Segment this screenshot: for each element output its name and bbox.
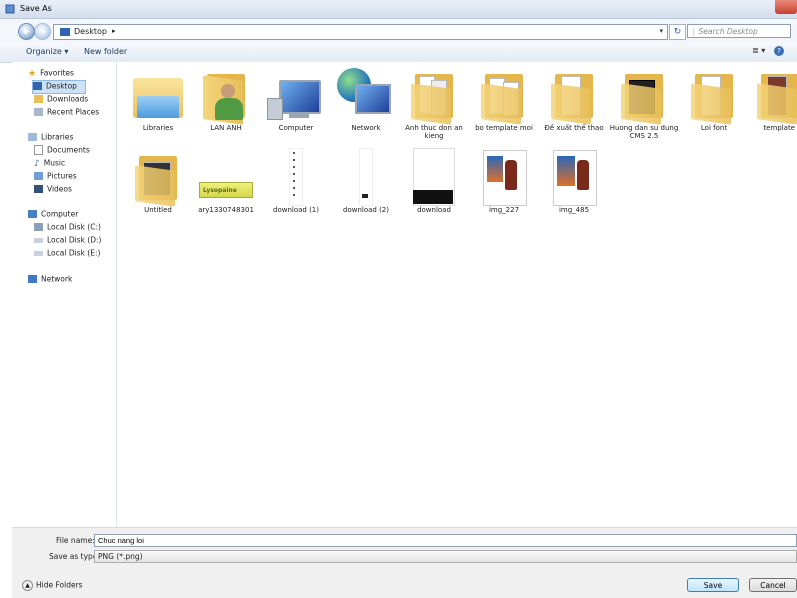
file-item-download-2[interactable]: download (2) xyxy=(331,146,401,214)
file-name-input[interactable] xyxy=(94,534,797,547)
drive-icon xyxy=(34,250,43,256)
file-item-download[interactable]: download xyxy=(399,146,469,214)
libraries-icon xyxy=(28,133,37,141)
nav-libraries[interactable]: Libraries xyxy=(28,132,73,144)
image-thumbnail-icon xyxy=(331,146,401,206)
file-item-anh-thuc-don[interactable]: Anh thuc don an kieng xyxy=(399,64,469,140)
folder-icon xyxy=(123,146,193,207)
desktop-folder-icon xyxy=(60,28,70,36)
views-button[interactable]: ≣ ▾ xyxy=(752,46,765,55)
image-thumbnail-icon xyxy=(539,146,609,206)
nav-network[interactable]: Network xyxy=(28,274,72,286)
file-item-de-xuat-the-thao[interactable]: Đề xuất thể thao xyxy=(539,64,609,132)
file-item-bo-template-moi[interactable]: bo template moi xyxy=(469,64,539,132)
drive-icon xyxy=(34,223,43,231)
music-icon: ♪ xyxy=(34,159,40,169)
computer-icon xyxy=(261,64,331,124)
libraries-icon xyxy=(123,64,193,124)
nav-music[interactable]: ♪ Music xyxy=(34,158,65,170)
pictures-icon xyxy=(34,172,43,180)
file-name-label: File name: xyxy=(56,536,95,545)
folder-icon xyxy=(745,64,797,125)
hide-folders-label: Hide Folders xyxy=(36,580,83,590)
organize-button[interactable]: Organize ▾ xyxy=(26,47,68,56)
file-item-img-485[interactable]: img_485 xyxy=(539,146,609,214)
file-item-huong-dan-cms[interactable]: Huong dan su dung CMS 2.5 xyxy=(609,64,679,140)
back-arrow-icon xyxy=(22,28,29,35)
nav-videos[interactable]: Videos xyxy=(34,184,72,196)
file-item-libraries[interactable]: Libraries xyxy=(123,64,193,132)
hide-folders-button[interactable]: ▲ Hide Folders xyxy=(22,580,83,591)
file-item-loi-font[interactable]: Loi font xyxy=(679,64,749,132)
search-input[interactable]: | Search Desktop xyxy=(687,24,791,38)
save-type-select[interactable]: PNG (*.png) xyxy=(94,550,797,563)
downloads-folder-icon xyxy=(34,95,43,103)
save-form-panel: File name: Save as type: PNG (*.png) ▲Hi… xyxy=(12,527,797,598)
toolbar: Organize ▾ New folder ≣ ▾ ? xyxy=(0,43,797,63)
cancel-button[interactable]: Cancel xyxy=(749,578,797,592)
image-thumbnail-icon: Lysopaine xyxy=(191,146,261,206)
documents-icon xyxy=(34,145,43,155)
refresh-button[interactable]: ↻ xyxy=(669,24,686,40)
chevron-up-icon: ▲ xyxy=(22,580,33,591)
user-folder-icon xyxy=(191,64,261,125)
nav-documents[interactable]: Documents xyxy=(34,145,90,157)
recent-places-icon xyxy=(34,108,43,116)
breadcrumb-arrow-icon[interactable]: ▸ xyxy=(112,27,116,35)
window-title: Save As xyxy=(20,4,52,13)
folder-icon xyxy=(679,64,749,125)
desktop-icon xyxy=(33,82,42,90)
back-button[interactable] xyxy=(18,23,35,40)
search-placeholder: Search Desktop xyxy=(698,27,758,36)
folder-icon xyxy=(399,64,469,125)
computer-icon xyxy=(28,210,37,218)
folder-icon xyxy=(609,64,679,125)
file-item-download-1[interactable]: download (1) xyxy=(261,146,331,214)
forward-button[interactable] xyxy=(34,23,51,40)
image-thumbnail-icon xyxy=(469,146,539,206)
file-item-template[interactable]: template xyxy=(745,64,797,132)
save-icon xyxy=(5,4,15,14)
network-icon xyxy=(331,64,401,124)
image-thumbnail-icon xyxy=(261,146,331,206)
star-icon: ★ xyxy=(28,69,37,79)
save-type-value: PNG (*.png) xyxy=(98,552,143,561)
nav-computer[interactable]: Computer xyxy=(28,209,78,221)
nav-pictures[interactable]: Pictures xyxy=(34,171,77,183)
address-location[interactable]: Desktop xyxy=(74,27,107,36)
file-list: Libraries LAN ANH Computer Network Anh t… xyxy=(117,62,797,527)
save-as-dialog: Save As Desktop ▸ ▾ ↻ | Search Desktop Or… xyxy=(0,0,797,598)
address-row: Desktop ▸ ▾ ↻ | Search Desktop xyxy=(0,19,797,43)
drive-icon xyxy=(34,237,43,243)
title-bar: Save As xyxy=(0,0,797,19)
new-folder-button[interactable]: New folder xyxy=(84,47,127,56)
file-item-img-227[interactable]: img_227 xyxy=(469,146,539,214)
image-thumbnail-icon xyxy=(399,146,469,206)
forward-arrow-icon xyxy=(40,28,47,35)
nav-local-disk-d[interactable]: Local Disk (D:) xyxy=(34,235,101,247)
address-dropdown-icon[interactable]: ▾ xyxy=(659,27,663,35)
save-type-label: Save as type: xyxy=(49,552,100,561)
close-button[interactable] xyxy=(775,0,797,14)
navigation-pane: ★ Favorites Desktop Downloads Recent Plac… xyxy=(12,62,117,527)
file-item-network[interactable]: Network xyxy=(331,64,401,132)
file-item-untitled[interactable]: Untitled xyxy=(123,146,193,214)
folder-icon xyxy=(539,64,609,125)
address-bar[interactable]: Desktop ▸ ▾ xyxy=(53,24,668,40)
nav-desktop[interactable]: Desktop xyxy=(32,80,86,94)
nav-favorites[interactable]: ★ Favorites xyxy=(28,68,74,80)
network-icon xyxy=(28,275,37,283)
nav-downloads[interactable]: Downloads xyxy=(34,94,88,106)
help-button[interactable]: ? xyxy=(774,46,784,56)
file-item-ary1330748301[interactable]: Lysopaine ary1330748301 xyxy=(191,146,261,214)
videos-icon xyxy=(34,185,43,193)
file-item-computer[interactable]: Computer xyxy=(261,64,331,132)
nav-local-disk-e[interactable]: Local Disk (E:) xyxy=(34,248,100,260)
file-item-lan-anh[interactable]: LAN ANH xyxy=(191,64,261,132)
folder-icon xyxy=(469,64,539,125)
save-button[interactable]: Save xyxy=(687,578,739,592)
nav-local-disk-c[interactable]: Local Disk (C:) xyxy=(34,222,101,234)
nav-recent-places[interactable]: Recent Places xyxy=(34,107,99,119)
